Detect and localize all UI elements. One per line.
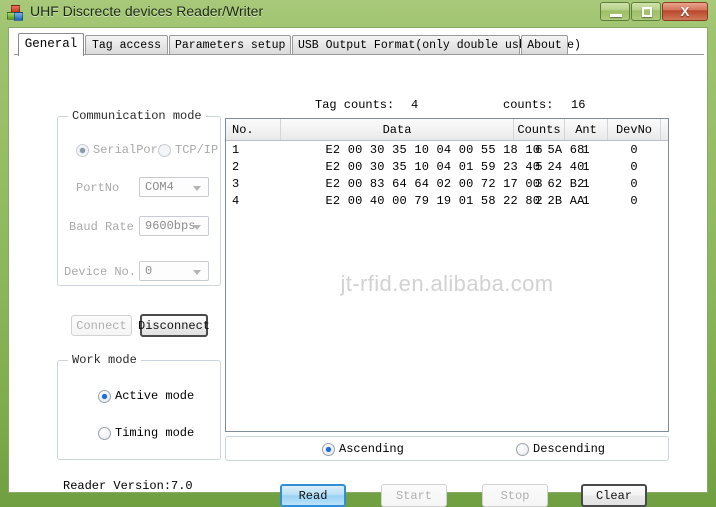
radio-ascending-indicator [322, 442, 335, 456]
deviceno-label: Device No. [64, 265, 137, 279]
communication-mode-group: Communication mode SerialPort TCP/IP Por… [57, 109, 221, 286]
cell-data: E2 00 83 64 64 02 00 72 17 00 62 B2 [325, 176, 585, 191]
tab-tag-access[interactable]: Tag access [85, 35, 168, 55]
cell-no: 4 [232, 193, 240, 208]
baudrate-label: Baud Rate [69, 220, 134, 234]
tag-table: No. Data Counts Ant DevNo 1 E2 00 30 35 … [226, 119, 669, 210]
start-button[interactable]: Start [381, 484, 447, 507]
disconnect-button[interactable]: Disconnect [138, 314, 210, 337]
tag-counts-value: 4 [411, 98, 419, 112]
tab-usb-output-format[interactable]: USB Output Format(only double usb device… [292, 35, 581, 55]
client-area: General Tag access Parameters setup USB … [8, 27, 708, 507]
maximize-button[interactable] [631, 2, 661, 21]
chevron-down-icon [193, 270, 201, 275]
title-bar[interactable]: UHF Discrecte devices Reader/Writer X [0, 0, 716, 27]
chevron-down-icon [193, 225, 201, 230]
cell-data: E2 00 30 35 10 04 01 59 23 40 24 40 [325, 159, 585, 174]
column-header-counts[interactable]: Counts [513, 119, 565, 141]
counts-row: Tag counts: 4 counts: 16 [225, 98, 669, 116]
communication-mode-legend: Communication mode [68, 109, 206, 123]
cell-pad [661, 158, 669, 175]
tab-about[interactable]: About [521, 35, 568, 55]
cell-data: E2 00 30 35 10 04 00 55 18 10 5A 68 [325, 142, 585, 157]
radio-timing-mode-indicator [98, 426, 111, 440]
cell-devno: 0 [630, 159, 638, 174]
reader-version-label: Reader Version:7.0 [63, 479, 193, 493]
radio-timing-mode-label: Timing mode [115, 426, 195, 440]
radio-serialport-indicator [76, 143, 89, 157]
table-row[interactable]: 3 E2 00 83 64 64 02 00 72 17 00 62 B2 3 … [226, 175, 669, 192]
watermark-text: jt-rfid.en.alibaba.com [340, 271, 554, 296]
radio-tcpip-label: TCP/IP [175, 143, 219, 157]
close-button[interactable]: X [662, 2, 708, 21]
work-mode-group: Work mode Active mode Timing mode [57, 353, 221, 460]
stop-button[interactable]: Stop [482, 484, 548, 507]
radio-ascending-label: Ascending [339, 442, 404, 456]
minimize-button[interactable] [600, 2, 630, 21]
column-header-data[interactable]: Data [280, 119, 514, 141]
cell-pad [661, 192, 669, 209]
window-title: UHF Discrecte devices Reader/Writer [30, 3, 264, 19]
radio-descending[interactable]: Descending [516, 442, 605, 456]
cell-no: 2 [232, 159, 240, 174]
radio-descending-indicator [516, 442, 529, 456]
cell-no: 1 [232, 142, 240, 157]
tag-table-container[interactable]: No. Data Counts Ant DevNo 1 E2 00 30 35 … [225, 118, 669, 432]
baudrate-value: 9600bps [145, 219, 196, 233]
clear-button[interactable]: Clear [581, 484, 647, 507]
maximize-icon [642, 7, 652, 17]
app-blocks-icon [7, 5, 24, 22]
table-row[interactable]: 1 E2 00 30 35 10 04 00 55 18 10 5A 68 6 … [226, 141, 669, 159]
tag-counts-label: Tag counts: [315, 98, 395, 112]
radio-active-mode-label: Active mode [115, 389, 195, 403]
table-header-row: No. Data Counts Ant DevNo [226, 119, 668, 141]
counts-value: 16 [571, 98, 586, 112]
column-header-no[interactable]: No. [226, 119, 281, 141]
cell-no: 3 [232, 176, 240, 191]
cell-devno: 0 [630, 193, 638, 208]
table-row[interactable]: 2 E2 00 30 35 10 04 01 59 23 40 24 40 5 … [226, 158, 669, 175]
minimize-icon [610, 14, 622, 17]
radio-tcpip[interactable]: TCP/IP [158, 143, 218, 157]
table-body: 1 E2 00 30 35 10 04 00 55 18 10 5A 68 6 … [226, 141, 669, 210]
work-mode-legend: Work mode [68, 353, 141, 367]
radio-active-mode-indicator [98, 389, 111, 403]
radio-descending-label: Descending [533, 442, 606, 456]
portno-label: PortNo [76, 181, 120, 195]
cell-devno: 0 [630, 142, 638, 157]
radio-active-mode[interactable]: Active mode [98, 389, 194, 403]
radio-serialport-label: SerialPort [93, 143, 166, 157]
tab-strip: General Tag access Parameters setup USB … [14, 33, 704, 56]
cell-pad [661, 141, 669, 159]
sort-order-group: Ascending Descending [225, 436, 669, 461]
connect-button[interactable]: Connect [71, 315, 132, 336]
radio-timing-mode[interactable]: Timing mode [98, 426, 194, 440]
baudrate-select[interactable]: 9600bps [139, 216, 209, 236]
radio-serialport[interactable]: SerialPort [76, 143, 165, 157]
radio-ascending[interactable]: Ascending [322, 442, 404, 456]
deviceno-value: 0 [145, 264, 153, 278]
tab-underline [14, 54, 704, 55]
counts-label: counts: [503, 98, 554, 112]
close-icon: X [680, 4, 690, 19]
column-header-pad [660, 119, 668, 141]
tab-general[interactable]: General [18, 33, 84, 56]
chevron-down-icon [193, 186, 201, 191]
portno-select[interactable]: COM4 [139, 177, 209, 197]
portno-value: COM4 [145, 180, 174, 194]
cell-pad [661, 175, 669, 192]
column-header-ant[interactable]: Ant [564, 119, 608, 141]
tab-parameters-setup[interactable]: Parameters setup [169, 35, 291, 55]
radio-tcpip-indicator [158, 143, 171, 157]
column-header-devno[interactable]: DevNo [607, 119, 661, 141]
cell-data: E2 00 40 00 79 19 01 58 22 80 2B AA [325, 193, 585, 208]
application-window: UHF Discrecte devices Reader/Writer X Ge… [0, 0, 716, 507]
deviceno-select[interactable]: 0 [139, 261, 209, 281]
read-button[interactable]: Read [280, 484, 346, 507]
table-row[interactable]: 4 E2 00 40 00 79 19 01 58 22 80 2B AA 2 … [226, 192, 669, 209]
cell-devno: 0 [630, 176, 638, 191]
